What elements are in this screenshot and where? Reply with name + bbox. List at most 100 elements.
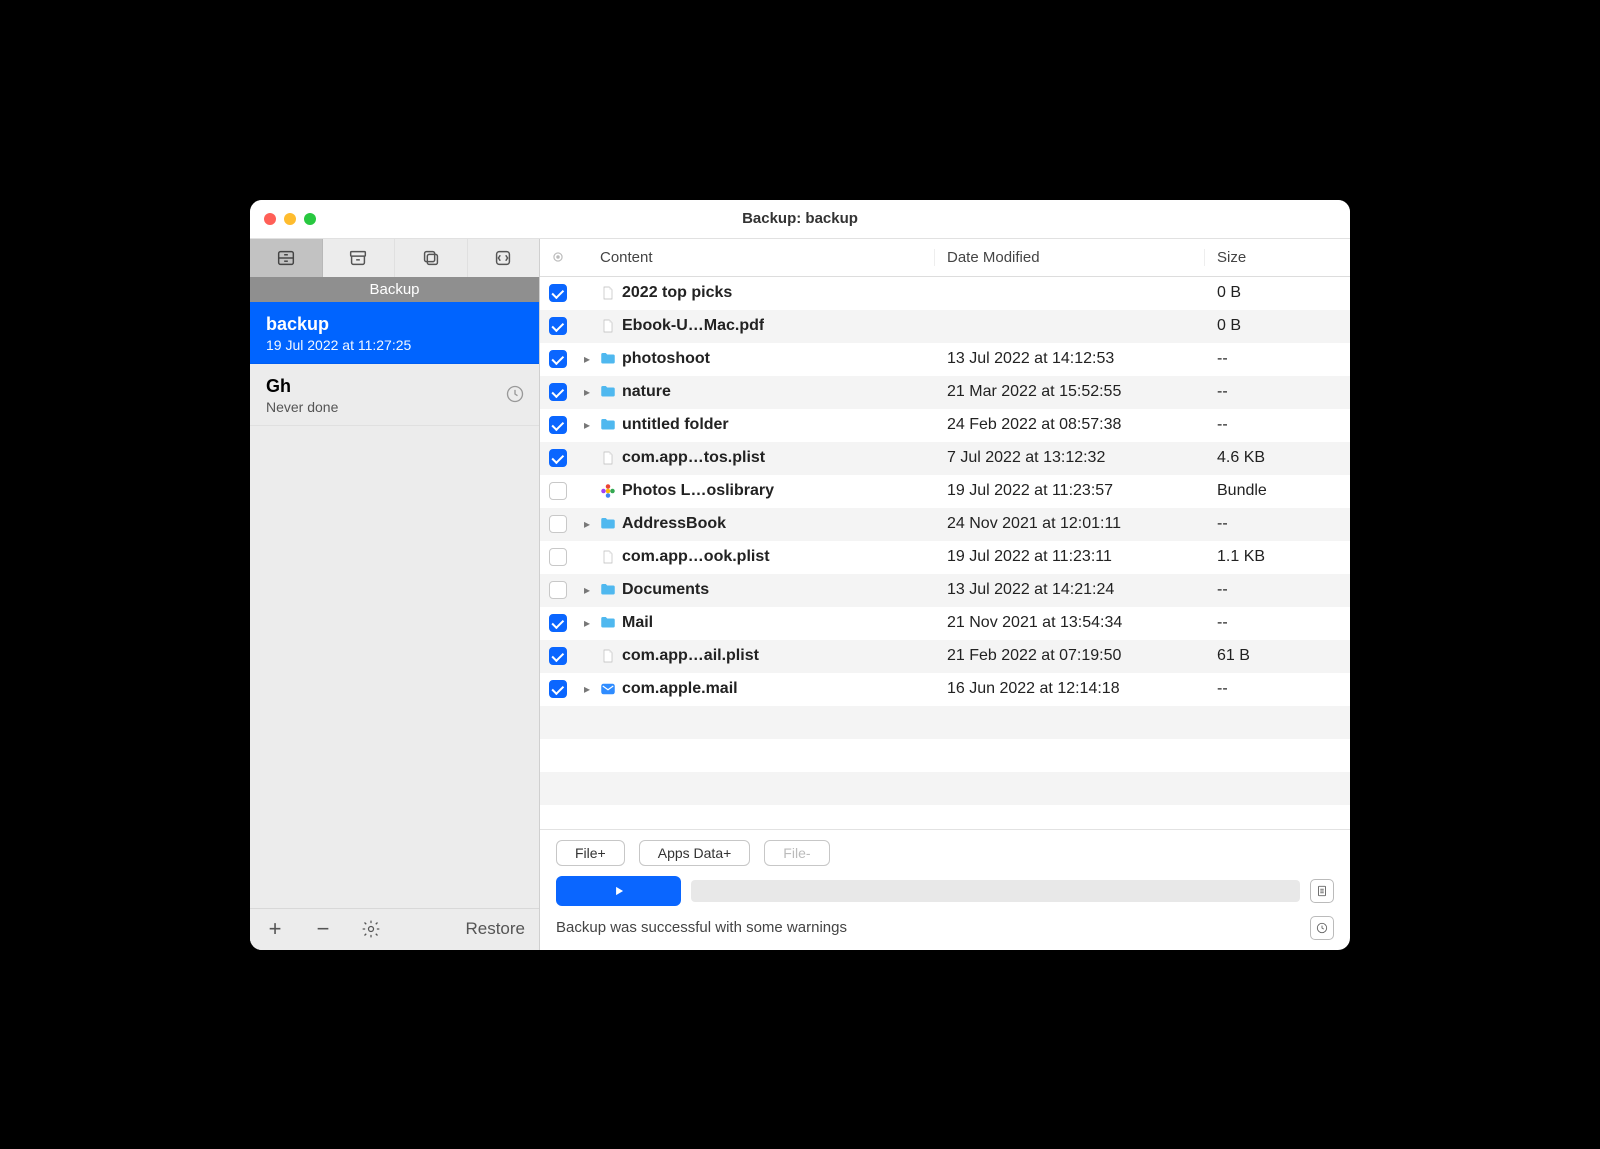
- column-headers: Content Date Modified Size: [540, 239, 1350, 277]
- close-icon[interactable]: [264, 213, 276, 225]
- tab-backups[interactable]: [250, 239, 323, 277]
- disclosure-triangle-icon[interactable]: ▸: [580, 352, 594, 366]
- file-date: 13 Jul 2022 at 14:21:24: [935, 581, 1205, 599]
- progress-bar: [691, 880, 1300, 902]
- zoom-icon[interactable]: [304, 213, 316, 225]
- sidebar-tabs: [250, 239, 539, 277]
- main-panel: Content Date Modified Size 2022 top pick…: [540, 239, 1350, 950]
- drawer-icon: [275, 247, 297, 269]
- backup-item-subtitle: 19 Jul 2022 at 11:27:25: [266, 337, 523, 353]
- row-checkbox[interactable]: [549, 317, 567, 335]
- file-row[interactable]: ▸com.apple.mail16 Jun 2022 at 12:14:18--: [540, 673, 1350, 706]
- column-check-all[interactable]: [540, 250, 576, 264]
- file-date: 24 Nov 2021 at 12:01:11: [935, 515, 1205, 533]
- play-icon: [612, 884, 626, 898]
- run-row: [556, 876, 1334, 906]
- disclosure-triangle-icon[interactable]: ▸: [580, 616, 594, 630]
- file-row[interactable]: ▸nature21 Mar 2022 at 15:52:55--: [540, 376, 1350, 409]
- file-name: 2022 top picks: [622, 284, 732, 302]
- bottom-bar: File+ Apps Data+ File- Backup was succes…: [540, 829, 1350, 950]
- file-row[interactable]: com.app…ook.plist 19 Jul 2022 at 11:23:11…: [540, 541, 1350, 574]
- restore-button[interactable]: Restore: [459, 919, 531, 939]
- row-checkbox[interactable]: [549, 647, 567, 665]
- file-name: com.app…tos.plist: [622, 449, 765, 467]
- add-backup-button[interactable]: +: [258, 912, 292, 946]
- file-row[interactable]: Ebook-U…Mac.pdf0 B: [540, 310, 1350, 343]
- column-size[interactable]: Size: [1205, 249, 1350, 266]
- file-size: --: [1205, 680, 1350, 698]
- file-date: 19 Jul 2022 at 11:23:11: [935, 548, 1205, 566]
- disclosure-triangle-icon[interactable]: ▸: [580, 517, 594, 531]
- file-row[interactable]: ▸AddressBook24 Nov 2021 at 12:01:11--: [540, 508, 1350, 541]
- column-content[interactable]: Content: [576, 249, 935, 266]
- disclosure-triangle-icon[interactable]: ▸: [580, 385, 594, 399]
- run-backup-button[interactable]: [556, 876, 681, 906]
- minimize-icon[interactable]: [284, 213, 296, 225]
- folder-icon: [598, 415, 618, 435]
- disclosure-triangle-icon[interactable]: ▸: [580, 583, 594, 597]
- row-checkbox[interactable]: [549, 383, 567, 401]
- row-checkbox[interactable]: [549, 482, 567, 500]
- log-button[interactable]: [1310, 879, 1334, 903]
- file-size: --: [1205, 515, 1350, 533]
- backup-list: backup 19 Jul 2022 at 11:27:25 GhNever don…: [250, 302, 539, 908]
- clock-icon: [1315, 921, 1329, 935]
- row-checkbox[interactable]: [549, 284, 567, 302]
- row-checkbox[interactable]: [549, 449, 567, 467]
- file-date: 13 Jul 2022 at 14:12:53: [935, 350, 1205, 368]
- folder-icon: [598, 580, 618, 600]
- action-buttons: File+ Apps Data+ File-: [556, 840, 1334, 866]
- copy-icon: [420, 247, 442, 269]
- file-name: com.app…ook.plist: [622, 548, 770, 566]
- archive-icon: [347, 247, 369, 269]
- file-row[interactable]: ▸photoshoot13 Jul 2022 at 14:12:53--: [540, 343, 1350, 376]
- tab-sync[interactable]: [468, 239, 540, 277]
- apps-data-add-button[interactable]: Apps Data+: [639, 840, 751, 866]
- file-size: --: [1205, 581, 1350, 599]
- file-size: 4.6 KB: [1205, 449, 1350, 467]
- row-checkbox[interactable]: [549, 515, 567, 533]
- tab-archive[interactable]: [323, 239, 396, 277]
- file-row[interactable]: com.app…ail.plist21 Feb 2022 at 07:19:50…: [540, 640, 1350, 673]
- file-rows: 2022 top picks0 BEbook-U…Mac.pdf0 B▸phot…: [540, 277, 1350, 829]
- disclosure-triangle-icon[interactable]: ▸: [580, 682, 594, 696]
- file-row[interactable]: ▸Documents13 Jul 2022 at 14:21:24--: [540, 574, 1350, 607]
- blank-row: [540, 706, 1350, 739]
- file-row[interactable]: Photos L…oslibrary19 Jul 2022 at 11:23:5…: [540, 475, 1350, 508]
- schedule-button[interactable]: [1310, 916, 1334, 940]
- window-title: Backup: backup: [250, 210, 1350, 227]
- row-checkbox[interactable]: [549, 548, 567, 566]
- row-checkbox[interactable]: [549, 350, 567, 368]
- file-name: untitled folder: [622, 416, 729, 434]
- file-date: 16 Jun 2022 at 12:14:18: [935, 680, 1205, 698]
- file-size: Bundle: [1205, 482, 1350, 500]
- document-icon: [1315, 884, 1329, 898]
- row-checkbox[interactable]: [549, 614, 567, 632]
- settings-button[interactable]: [354, 912, 388, 946]
- row-checkbox[interactable]: [549, 581, 567, 599]
- blank-row: [540, 772, 1350, 805]
- row-checkbox[interactable]: [549, 680, 567, 698]
- file-row[interactable]: ▸untitled folder24 Feb 2022 at 08:57:38-…: [540, 409, 1350, 442]
- backup-item-subtitle: Never done: [266, 399, 523, 415]
- backup-item[interactable]: backup 19 Jul 2022 at 11:27:25: [250, 302, 539, 364]
- folder-icon: [598, 349, 618, 369]
- clock-icon: [505, 384, 525, 404]
- mailapp-icon: [598, 679, 618, 699]
- backup-item-name: backup: [266, 314, 523, 335]
- file-size: --: [1205, 416, 1350, 434]
- tab-clone[interactable]: [395, 239, 468, 277]
- file-add-button[interactable]: File+: [556, 840, 625, 866]
- disclosure-triangle-icon[interactable]: ▸: [580, 418, 594, 432]
- row-checkbox[interactable]: [549, 416, 567, 434]
- file-row[interactable]: ▸Mail21 Nov 2021 at 13:54:34--: [540, 607, 1350, 640]
- file-row[interactable]: com.app…tos.plist7 Jul 2022 at 13:12:324…: [540, 442, 1350, 475]
- file-icon: [598, 316, 618, 336]
- file-row[interactable]: 2022 top picks0 B: [540, 277, 1350, 310]
- backup-window: Backup: backup Backup backup19 Jul 2022 …: [250, 200, 1350, 950]
- file-remove-button: File-: [764, 840, 829, 866]
- remove-backup-button[interactable]: −: [306, 912, 340, 946]
- file-size: --: [1205, 350, 1350, 368]
- backup-item[interactable]: GhNever done: [250, 364, 539, 426]
- column-date[interactable]: Date Modified: [935, 249, 1205, 266]
